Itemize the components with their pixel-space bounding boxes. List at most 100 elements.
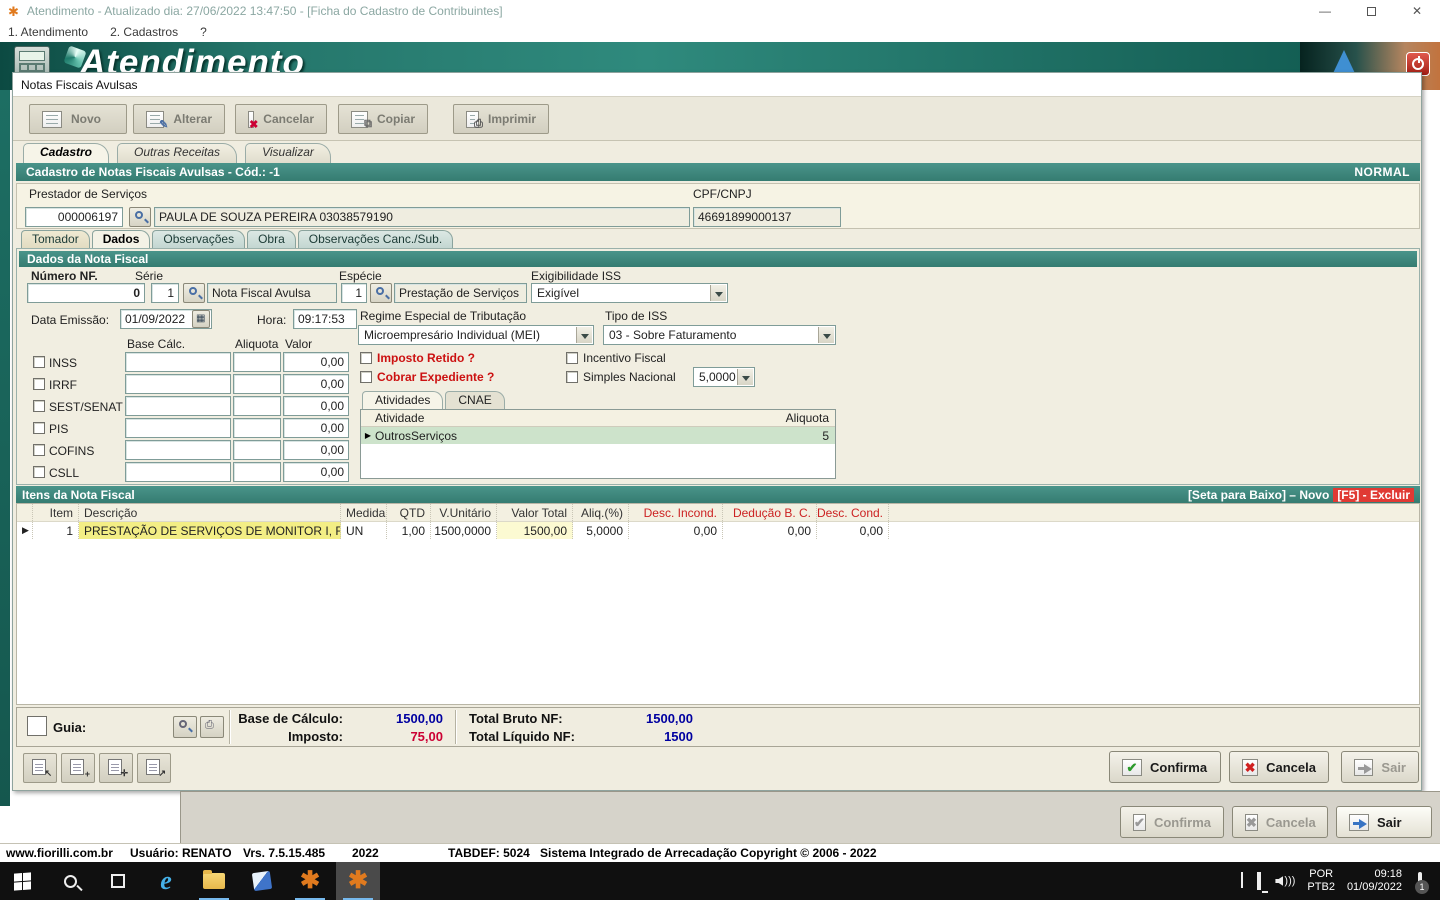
menu-cadastros[interactable]: 2. Cadastros bbox=[110, 25, 178, 39]
nav-button-prev[interactable]: + bbox=[61, 753, 95, 783]
pis-base-input[interactable] bbox=[125, 418, 231, 438]
clock[interactable]: 09:18 01/09/2022 bbox=[1347, 868, 1402, 894]
restore-button[interactable] bbox=[1348, 0, 1394, 22]
pis-valor-input[interactable]: 0,00 bbox=[283, 418, 349, 438]
menu-atendimento[interactable]: 1. Atendimento bbox=[8, 25, 88, 39]
csll-aliquota-input[interactable] bbox=[233, 462, 281, 482]
task-view-button[interactable] bbox=[96, 862, 140, 900]
nav-plus-icon: + bbox=[85, 769, 90, 779]
volume-button[interactable]: ))) bbox=[1275, 875, 1295, 887]
csll-base-input[interactable] bbox=[125, 462, 231, 482]
cofins-checkbox[interactable] bbox=[33, 444, 45, 456]
cofins-base-input[interactable] bbox=[125, 440, 231, 460]
prestador-search-button[interactable] bbox=[129, 207, 151, 227]
tab-observacoes[interactable]: Observações bbox=[152, 230, 245, 248]
alterar-button[interactable]: ✎ Alterar bbox=[133, 104, 225, 134]
incentivo-checkbox[interactable] bbox=[566, 352, 578, 364]
tab-cnae[interactable]: CNAE bbox=[445, 391, 504, 409]
confirma-button[interactable]: ✔ Confirma bbox=[1109, 751, 1221, 783]
cofins-valor-input[interactable]: 0,00 bbox=[283, 440, 349, 460]
fiorilli-app-button[interactable]: ✱ bbox=[288, 862, 332, 900]
guia-print-button[interactable]: ⎙ bbox=[200, 716, 224, 738]
simples-checkbox[interactable] bbox=[566, 371, 578, 383]
minimize-button[interactable]: — bbox=[1302, 0, 1348, 22]
especie-search-button[interactable] bbox=[370, 283, 392, 303]
tab-tomador[interactable]: Tomador bbox=[21, 230, 90, 248]
tab-outras-receitas[interactable]: Outras Receitas bbox=[117, 143, 237, 163]
prestador-code-input[interactable]: 000006197 bbox=[25, 207, 123, 227]
irrf-base-input[interactable] bbox=[125, 374, 231, 394]
novo-button[interactable]: Novo bbox=[29, 104, 127, 134]
sest-base-input[interactable] bbox=[125, 396, 231, 416]
taskbar-search-button[interactable] bbox=[48, 862, 92, 900]
csll-checkbox[interactable] bbox=[33, 466, 45, 478]
tab-observacoes-canc[interactable]: Observações Canc./Sub. bbox=[298, 230, 453, 248]
tab-atividades[interactable]: Atividades bbox=[362, 391, 443, 409]
cofins-aliquota-input[interactable] bbox=[233, 440, 281, 460]
irrf-valor-input[interactable]: 0,00 bbox=[283, 374, 349, 394]
atividades-header-row: Atividade Aliquota bbox=[361, 410, 835, 427]
cobrar-expediente-label: Cobrar Expediente ? bbox=[377, 370, 494, 384]
divider bbox=[229, 710, 230, 744]
serie-search-button[interactable] bbox=[183, 283, 205, 303]
inss-checkbox[interactable] bbox=[33, 356, 45, 368]
especie-input[interactable]: 1 bbox=[341, 283, 367, 303]
itens-title: Itens da Nota Fiscal bbox=[22, 488, 135, 502]
hora-input[interactable]: 09:17:53 bbox=[293, 309, 357, 329]
cancelar-button[interactable]: ✖ Cancelar bbox=[235, 104, 327, 134]
serie-input[interactable]: 1 bbox=[151, 283, 179, 303]
pis-checkbox[interactable] bbox=[33, 422, 45, 434]
tipo-iss-select[interactable]: 03 - Sobre Faturamento bbox=[603, 325, 836, 345]
item-row[interactable]: ▶ 1 PRESTAÇÃO DE SERVIÇOS DE MONITOR I, … bbox=[17, 522, 1419, 539]
sest-valor-input[interactable]: 0,00 bbox=[283, 396, 349, 416]
calendar-button[interactable]: ▦ bbox=[192, 310, 210, 328]
tab-dados[interactable]: Dados bbox=[92, 230, 151, 248]
exigibilidade-select[interactable]: Exigível bbox=[531, 283, 728, 303]
cancela-button[interactable]: ✖ Cancela bbox=[1229, 751, 1329, 783]
tab-obra[interactable]: Obra bbox=[247, 230, 296, 248]
desc-cond-cell: 0,00 bbox=[817, 522, 889, 539]
irrf-checkbox[interactable] bbox=[33, 378, 45, 390]
internet-explorer-button[interactable]: e bbox=[144, 862, 188, 900]
imposto-retido-checkbox[interactable] bbox=[360, 352, 372, 364]
inss-aliquota-input[interactable] bbox=[233, 352, 281, 372]
guia-refresh-button[interactable] bbox=[173, 716, 197, 738]
csll-valor-input[interactable]: 0,00 bbox=[283, 462, 349, 482]
tab-visualizar[interactable]: Visualizar bbox=[245, 143, 331, 163]
close-button[interactable]: ✕ bbox=[1394, 0, 1440, 22]
sest-checkbox[interactable] bbox=[33, 400, 45, 412]
outer-confirma-button[interactable]: ✔ Confirma bbox=[1120, 806, 1224, 838]
tab-cadastro[interactable]: Cadastro bbox=[23, 143, 109, 163]
sair-button[interactable]: Sair bbox=[1341, 751, 1419, 783]
inss-base-input[interactable] bbox=[125, 352, 231, 372]
nav-button-first[interactable]: ↖ bbox=[23, 753, 57, 783]
cobrar-expediente-checkbox[interactable] bbox=[360, 371, 372, 383]
irrf-aliquota-input[interactable] bbox=[233, 374, 281, 394]
simples-valor-select[interactable]: 5,0000 bbox=[693, 367, 755, 387]
outer-cancela-button[interactable]: ✖ Cancela bbox=[1232, 806, 1328, 838]
status-site[interactable]: www.fiorilli.com.br bbox=[6, 846, 113, 860]
regime-select[interactable]: Microempresário Individual (MEI) bbox=[358, 325, 594, 345]
inss-valor-input[interactable]: 0,00 bbox=[283, 352, 349, 372]
fiorilli-app-button-active[interactable]: ✱ bbox=[336, 862, 380, 900]
copiar-button[interactable]: ⧉ Copiar bbox=[338, 104, 428, 134]
guia-checkbox[interactable] bbox=[27, 716, 47, 736]
col-qtd: QTD bbox=[387, 504, 431, 521]
notification-button[interactable]: 1 bbox=[1418, 874, 1422, 888]
nav-button-last[interactable]: ↗ bbox=[137, 753, 171, 783]
vunitario-cell: 1500,0000 bbox=[431, 522, 497, 539]
atividade-row[interactable]: ▶ OutrosServiços 5 bbox=[361, 427, 835, 444]
numero-input[interactable]: 0 bbox=[27, 283, 145, 303]
menu-help[interactable]: ? bbox=[200, 25, 207, 39]
pis-aliquota-input[interactable] bbox=[233, 418, 281, 438]
app-button-blue[interactable] bbox=[240, 862, 284, 900]
nav-button-next[interactable]: ✛ bbox=[99, 753, 133, 783]
file-explorer-button[interactable] bbox=[192, 862, 236, 900]
tray-chevron-button[interactable] bbox=[1241, 874, 1243, 888]
imprimir-button[interactable]: ⎙ Imprimir bbox=[453, 104, 549, 134]
start-button[interactable] bbox=[0, 862, 44, 900]
language-indicator[interactable]: POR PTB2 bbox=[1307, 868, 1335, 894]
network-button[interactable] bbox=[1257, 874, 1261, 888]
sest-aliquota-input[interactable] bbox=[233, 396, 281, 416]
outer-sair-button[interactable]: Sair bbox=[1336, 806, 1432, 838]
